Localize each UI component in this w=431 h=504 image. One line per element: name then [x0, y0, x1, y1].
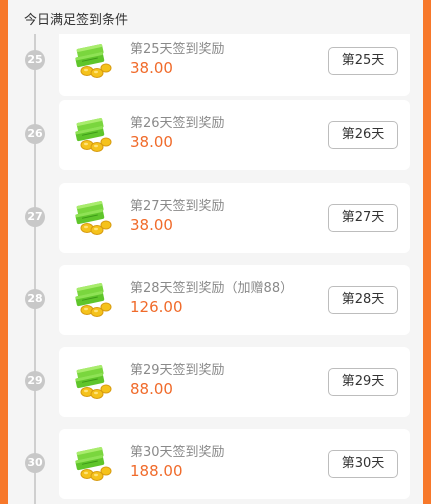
- page-header: 今日满足签到条件: [8, 0, 423, 34]
- day-number-badge: 26: [25, 124, 45, 144]
- reward-title: 第26天签到奖励: [130, 116, 225, 131]
- reward-card: 第30天签到奖励 188.00 第30天: [59, 429, 410, 499]
- day-button[interactable]: 第28天: [328, 286, 398, 314]
- reward-title: 第30天签到奖励: [130, 445, 225, 460]
- reward-row: 28 第28天签到奖励（加赠88） 126.00 第28天: [8, 265, 423, 335]
- day-button[interactable]: 第26天: [328, 121, 398, 149]
- reward-row: 30 第30天签到奖励 188.00 第30天: [8, 429, 423, 499]
- reward-row: 25 第25天签到奖励 38.00 第25天: [8, 26, 423, 96]
- money-stack-icon: [75, 43, 112, 78]
- day-button[interactable]: 第27天: [328, 204, 398, 232]
- money-stack-icon: [75, 364, 112, 399]
- day-button[interactable]: 第25天: [328, 47, 398, 75]
- day-number-badge: 27: [25, 207, 45, 227]
- day-number-badge: 25: [25, 50, 45, 70]
- reward-title: 第28天签到奖励（加赠88）: [130, 281, 294, 296]
- reward-amount: 38.00: [130, 133, 173, 151]
- page-title: 今日满足签到条件: [24, 13, 129, 28]
- day-button[interactable]: 第30天: [328, 450, 398, 478]
- reward-card: 第25天签到奖励 38.00 第25天: [59, 26, 410, 96]
- reward-row: 27 第27天签到奖励 38.00 第27天: [8, 183, 423, 253]
- reward-title: 第27天签到奖励: [130, 199, 225, 214]
- reward-card: 第29天签到奖励 88.00 第29天: [59, 347, 410, 417]
- reward-row: 26 第26天签到奖励 38.00 第26天: [8, 100, 423, 170]
- reward-title: 第25天签到奖励: [130, 42, 225, 57]
- day-number-badge: 29: [25, 371, 45, 391]
- reward-row: 29 第29天签到奖励 88.00 第29天: [8, 347, 423, 417]
- day-number-badge: 28: [25, 289, 45, 309]
- reward-amount: 38.00: [130, 59, 173, 77]
- money-stack-icon: [75, 446, 112, 481]
- money-stack-icon: [75, 282, 112, 317]
- checkin-panel: 今日满足签到条件 25 第25天签到奖励 38.00 第25天 26 第26天签…: [8, 0, 423, 504]
- reward-amount: 38.00: [130, 216, 173, 234]
- reward-card: 第27天签到奖励 38.00 第27天: [59, 183, 410, 253]
- reward-amount: 88.00: [130, 380, 173, 398]
- money-stack-icon: [75, 117, 112, 152]
- day-number-badge: 30: [25, 453, 45, 473]
- reward-amount: 126.00: [130, 298, 183, 316]
- reward-amount: 188.00: [130, 462, 183, 480]
- timeline-line: [34, 34, 36, 504]
- money-stack-icon: [75, 200, 112, 235]
- day-button[interactable]: 第29天: [328, 368, 398, 396]
- reward-title: 第29天签到奖励: [130, 363, 225, 378]
- reward-card: 第26天签到奖励 38.00 第26天: [59, 100, 410, 170]
- reward-card: 第28天签到奖励（加赠88） 126.00 第28天: [59, 265, 410, 335]
